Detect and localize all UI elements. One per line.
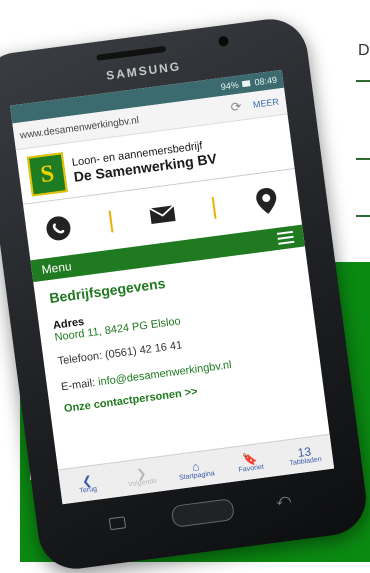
nav-tabs[interactable]: 13 Tabbladen (275, 435, 334, 476)
nav-back[interactable]: ❮ Terug (58, 463, 117, 504)
battery-icon (242, 80, 251, 88)
reload-icon[interactable]: ⟳ (225, 98, 247, 116)
nav-forward[interactable]: ❯ Volgende (112, 456, 171, 497)
smartphone: SAMSUNG 94% 08:49 www.desamenwerkingbv.n… (0, 14, 370, 573)
mail-icon[interactable] (148, 200, 177, 229)
nav-forward-label: Volgende (127, 477, 158, 488)
nav-tabs-label: Tabbladen (289, 455, 323, 467)
battery-level: 94% (220, 79, 240, 92)
back-button-icon[interactable]: ⤺ (275, 490, 292, 509)
menu-label: Menu (40, 259, 73, 277)
dash-mark (356, 80, 370, 82)
nav-bookmark[interactable]: 🔖 Favoriet (221, 442, 280, 483)
location-pin-icon[interactable] (252, 186, 281, 215)
email-prefix: E-mail: (60, 376, 99, 394)
nav-bookmark-label: Favoriet (238, 463, 265, 474)
phone-icon[interactable] (44, 214, 73, 243)
nav-home-label: Startpagina (178, 469, 216, 482)
dash-mark (356, 215, 370, 217)
more-menu-button[interactable]: MEER (245, 96, 286, 111)
clock: 08:49 (253, 74, 278, 88)
hamburger-icon[interactable] (276, 230, 295, 245)
dash-mark (356, 158, 370, 160)
company-logo[interactable]: S (26, 152, 68, 197)
nav-back-label: Terug (79, 485, 98, 495)
divider (212, 196, 217, 219)
divider (108, 210, 114, 233)
nav-home[interactable]: ⌂ Startpagina (167, 449, 226, 490)
corner-letter: D (358, 42, 370, 59)
home-icon: ⌂ (191, 458, 201, 474)
phone-screen: 94% 08:49 www.desamenwerkingbv.nl ⟳ MEER… (10, 69, 335, 505)
recent-apps-icon[interactable] (108, 516, 127, 531)
